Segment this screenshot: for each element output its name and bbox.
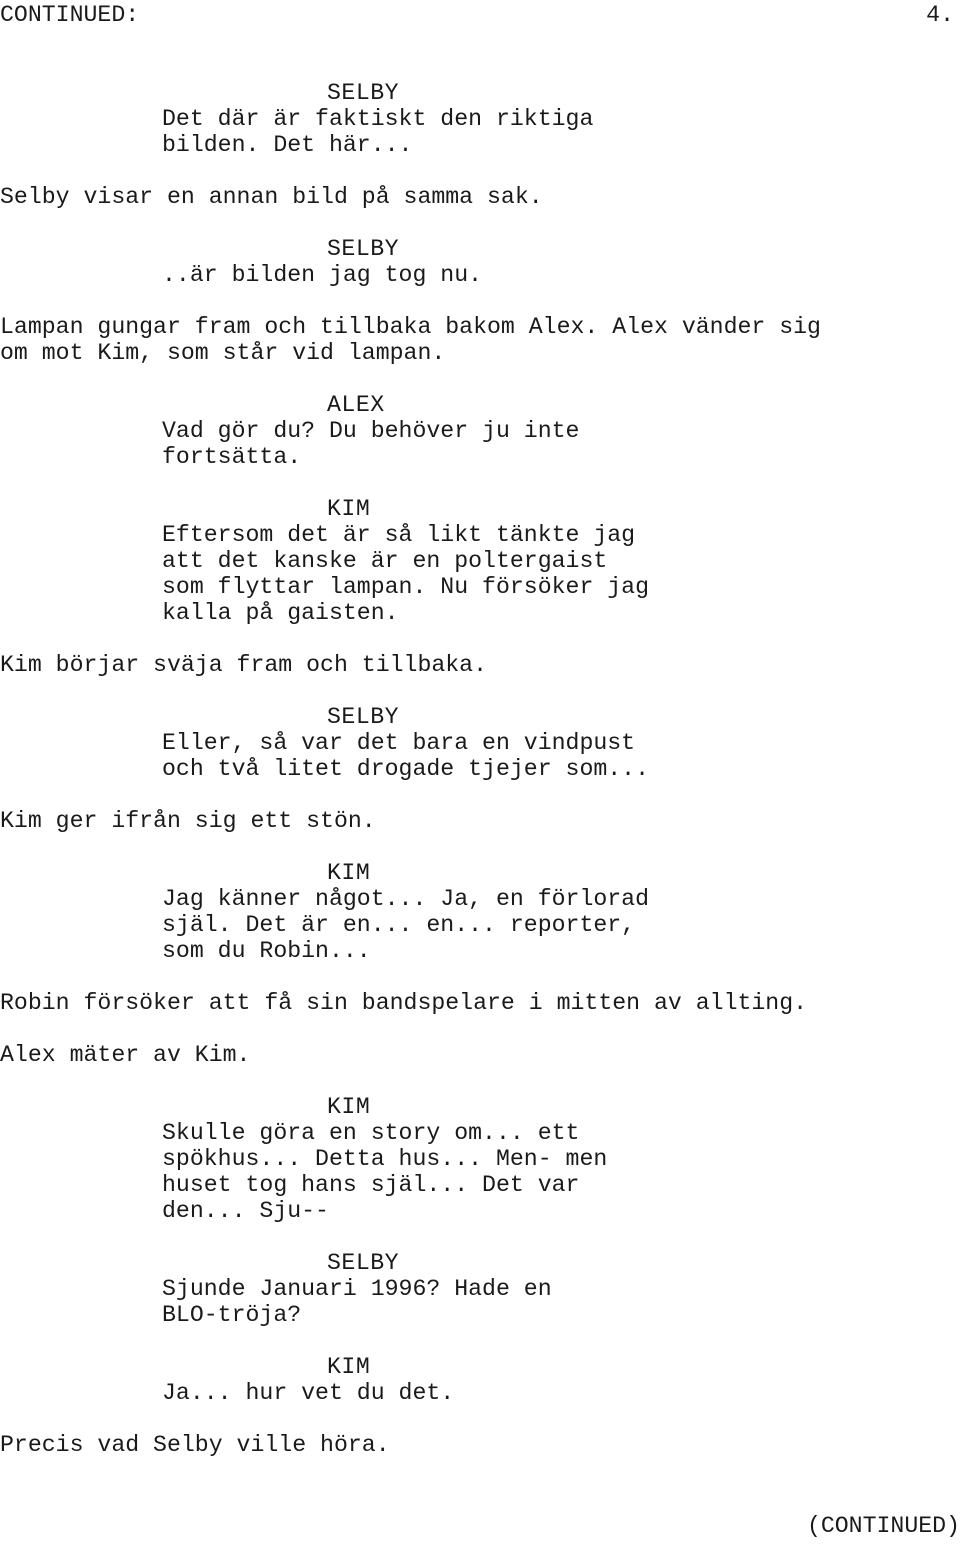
dialogue-line: Eftersom det är så likt tänkte jag [162, 522, 636, 548]
dialogue-line: Det där är faktiskt den riktiga [162, 106, 594, 132]
dialogue-line: Skulle göra en story om... ett [162, 1120, 580, 1146]
action-line: Selby visar en annan bild på samma sak. [0, 184, 543, 210]
dialogue-line: BLO-tröja? [162, 1302, 302, 1328]
action-line: Kim börjar sväja fram och tillbaka. [0, 652, 488, 678]
dialogue-line: att det kanske är en poltergaist [162, 548, 608, 574]
action-line: Kim ger ifrån sig ett stön. [0, 808, 376, 834]
page-number: 4. [926, 2, 954, 28]
dialogue-line: den... Sju-- [162, 1198, 329, 1224]
action-line: Alex mäter av Kim. [0, 1042, 251, 1068]
character-cue-kim: KIM [327, 496, 371, 522]
dialogue-line: och två litet drogade tjejer som... [162, 756, 650, 782]
character-cue-selby: SELBY [327, 1250, 400, 1276]
dialogue-line: Vad gör du? Du behöver ju inte [162, 418, 580, 444]
action-line: Precis vad Selby ville höra. [0, 1432, 390, 1458]
dialogue-line: som du Robin... [162, 938, 371, 964]
continued-header-label: CONTINUED: [0, 2, 140, 28]
dialogue-line: själ. Det är en... en... reporter, [162, 912, 636, 938]
character-cue-kim: KIM [327, 1094, 371, 1120]
dialogue-line: spökhus... Detta hus... Men- men [162, 1146, 608, 1172]
action-line: Lampan gungar fram och tillbaka bakom Al… [0, 314, 821, 340]
dialogue-line: Sjunde Januari 1996? Hade en [162, 1276, 552, 1302]
dialogue-line: kalla på gaisten. [162, 600, 399, 626]
action-line: Robin försöker att få sin bandspelare i … [0, 990, 808, 1016]
continued-footer-label: (CONTINUED) [806, 1513, 960, 1539]
character-cue-selby: SELBY [327, 236, 400, 262]
character-cue-alex: ALEX [327, 392, 385, 418]
dialogue-line: Jag känner något... Ja, en förlorad [162, 886, 650, 912]
character-cue-kim: KIM [327, 860, 371, 886]
dialogue-line: fortsätta. [162, 444, 302, 470]
dialogue-line: Eller, så var det bara en vindpust [162, 730, 636, 756]
action-line: om mot Kim, som står vid lampan. [0, 340, 446, 366]
dialogue-line: huset tog hans själ... Det var [162, 1172, 580, 1198]
dialogue-line: ..är bilden jag tog nu. [162, 262, 483, 288]
dialogue-line: bilden. Det här... [162, 132, 413, 158]
character-cue-selby: SELBY [327, 704, 400, 730]
screenplay-page: CONTINUED: 4. SELBY Det där är faktiskt den… [0, 0, 960, 1550]
character-cue-kim: KIM [327, 1354, 371, 1380]
character-cue-selby: SELBY [327, 80, 400, 106]
page-header: CONTINUED: 4. [0, 2, 960, 28]
dialogue-line: som flyttar lampan. Nu försöker jag [162, 574, 650, 600]
dialogue-line: Ja... hur vet du det. [162, 1380, 455, 1406]
